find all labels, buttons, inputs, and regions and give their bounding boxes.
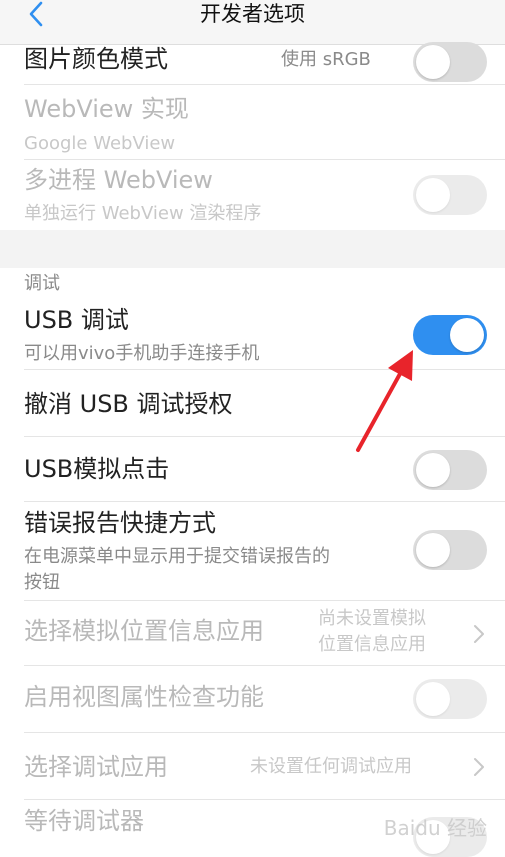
- setting-subtitle-line2: 按钮: [24, 572, 60, 593]
- section-header-debug: 调试: [24, 273, 60, 294]
- setting-row-mock-location-app[interactable]: 选择模拟位置信息应用 尚未设置模拟 位置信息应用: [0, 602, 505, 666]
- toggle-knob: [416, 453, 450, 487]
- divider: [24, 732, 505, 733]
- setting-title: USB 调试: [24, 306, 129, 334]
- view-attribute-inspection-toggle[interactable]: [413, 679, 487, 719]
- toggle-knob: [416, 533, 450, 567]
- usb-debugging-toggle[interactable]: [413, 315, 487, 355]
- setting-row-revoke-usb-auth[interactable]: 撤消 USB 调试授权: [0, 371, 505, 437]
- toggle-knob: [416, 45, 450, 79]
- divider: [24, 665, 505, 666]
- chevron-right-icon: [474, 625, 484, 643]
- divider: [24, 799, 505, 800]
- usb-simulated-click-toggle[interactable]: [413, 450, 487, 490]
- setting-row-webview-implementation[interactable]: WebView 实现 Google WebView: [0, 86, 505, 160]
- setting-subtitle-line1: 在电源菜单中显示用于提交错误报告的: [24, 546, 330, 567]
- multiprocess-webview-toggle[interactable]: [413, 175, 487, 215]
- setting-title: 启用视图属性检查功能: [24, 683, 264, 711]
- setting-row-usb-debugging[interactable]: USB 调试 可以用vivo手机助手连接手机: [0, 300, 505, 370]
- setting-subtitle: 单独运行 WebView 渲染程序: [24, 203, 262, 224]
- divider: [24, 501, 505, 502]
- setting-row-select-debug-app[interactable]: 选择调试应用 未设置任何调试应用: [0, 734, 505, 800]
- setting-title: 多进程 WebView: [24, 166, 213, 194]
- setting-value: 使用 sRGB: [281, 49, 371, 70]
- setting-row-multiprocess-webview[interactable]: 多进程 WebView 单独运行 WebView 渲染程序: [0, 161, 505, 230]
- section-gap: [0, 230, 505, 268]
- toggle-knob: [416, 682, 450, 716]
- setting-value-line1: 尚未设置模拟: [318, 608, 426, 629]
- setting-row-view-attribute-inspection[interactable]: 启用视图属性检查功能: [0, 667, 505, 733]
- setting-value: 未设置任何调试应用: [250, 756, 412, 777]
- divider: [24, 159, 505, 160]
- setting-title: 选择模拟位置信息应用: [24, 617, 264, 645]
- chevron-right-icon: [474, 758, 484, 776]
- setting-title: 等待调试器: [24, 807, 144, 835]
- divider: [24, 436, 505, 437]
- app-header: 开发者选项: [0, 0, 505, 45]
- toggle-knob: [416, 178, 450, 212]
- page-title: 开发者选项: [200, 2, 305, 26]
- toggle-knob: [450, 318, 484, 352]
- setting-title: USB模拟点击: [24, 455, 170, 483]
- setting-subtitle: Google WebView: [24, 133, 176, 154]
- setting-title: 图片颜色模式: [24, 45, 168, 73]
- setting-row-picture-color-mode[interactable]: 图片颜色模式 使用 sRGB: [0, 42, 505, 85]
- setting-title: 选择调试应用: [24, 753, 168, 781]
- watermark-logo: Baidu 经验: [383, 816, 487, 840]
- picture-color-mode-toggle[interactable]: [413, 42, 487, 82]
- divider: [24, 600, 505, 601]
- setting-value-line2: 位置信息应用: [318, 634, 426, 655]
- setting-title: 撤消 USB 调试授权: [24, 390, 233, 418]
- divider: [24, 369, 505, 370]
- setting-title: 错误报告快捷方式: [24, 509, 216, 537]
- setting-subtitle: 可以用vivo手机助手连接手机: [24, 343, 260, 364]
- bug-report-shortcut-toggle[interactable]: [413, 530, 487, 570]
- divider: [24, 84, 505, 85]
- setting-row-bug-report-shortcut[interactable]: 错误报告快捷方式 在电源菜单中显示用于提交错误报告的 按钮: [0, 503, 505, 601]
- setting-title: WebView 实现: [24, 95, 189, 123]
- setting-row-usb-simulated-click[interactable]: USB模拟点击: [0, 438, 505, 502]
